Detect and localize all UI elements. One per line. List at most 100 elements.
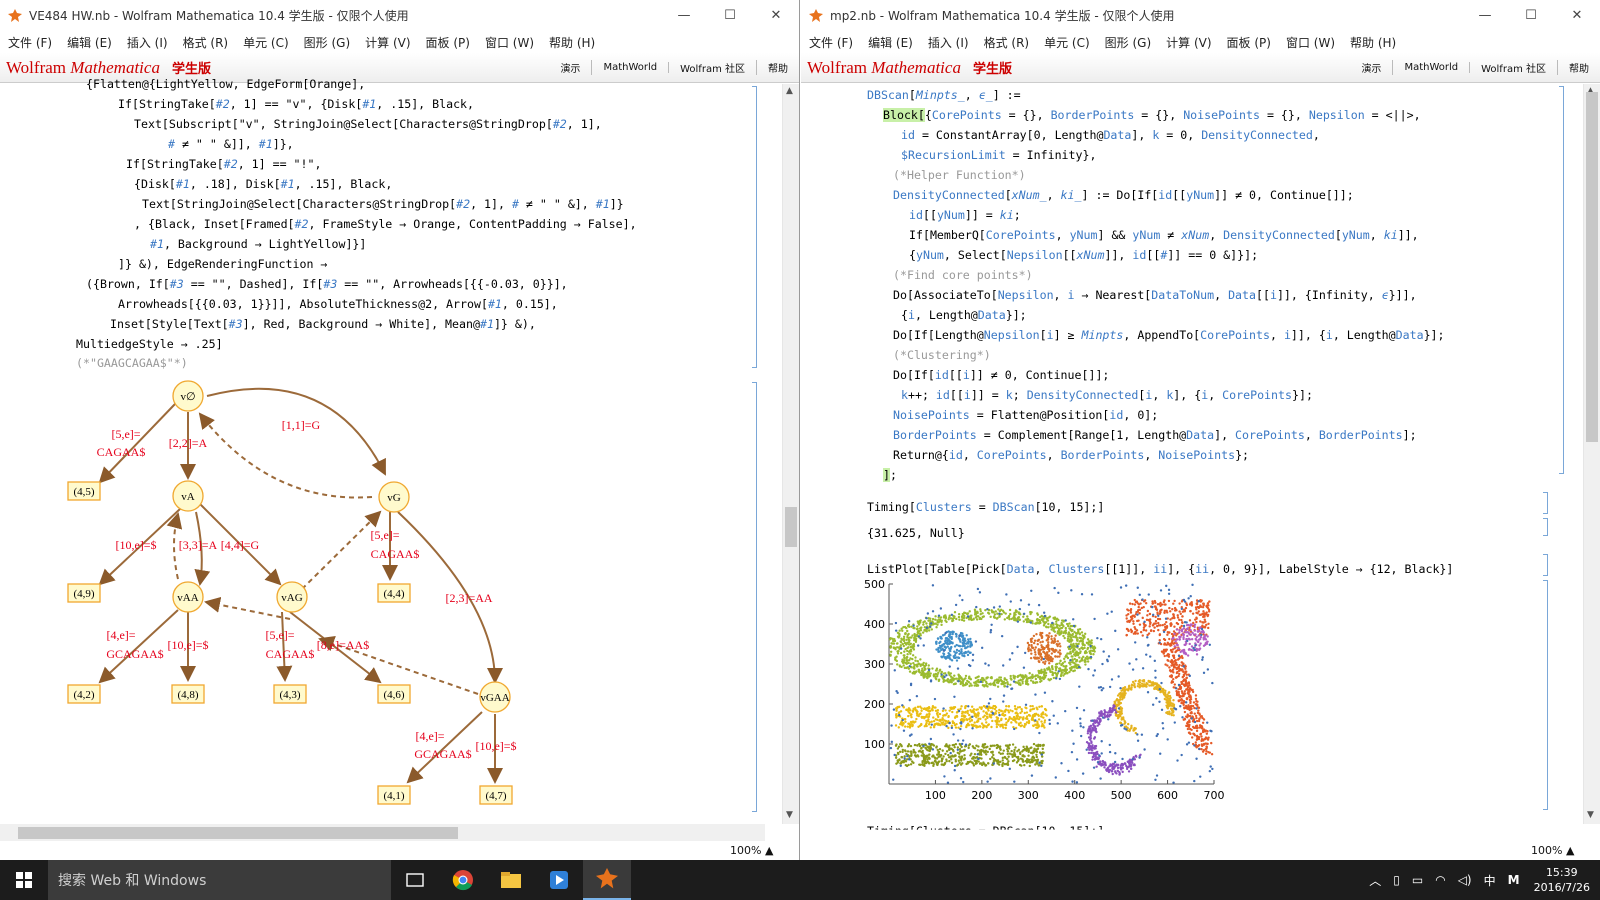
data-point <box>969 645 972 648</box>
chevron-up-icon[interactable]: ︿ <box>1369 872 1381 889</box>
menu-format[interactable]: 格式 (R) <box>984 34 1030 51</box>
data-point <box>1017 674 1021 677</box>
ime-indicator[interactable]: 中 <box>1484 872 1496 889</box>
data-point <box>1097 758 1100 761</box>
notebook-content[interactable]: DBScan[Minpts_, ϵ_] := Block[{CorePoints… <box>801 84 1600 860</box>
data-point <box>999 752 1003 756</box>
link-demonstrations[interactable]: 演示 <box>1350 60 1394 75</box>
data-point <box>940 673 943 676</box>
cell-bracket[interactable] <box>752 86 757 368</box>
notebook-content[interactable]: {Flatten@{LightYellow, EdgeForm[Orange],… <box>0 77 799 860</box>
scroll-up-icon[interactable]: ▲ <box>786 86 793 96</box>
menu-palettes[interactable]: 面板 (P) <box>1227 34 1271 51</box>
link-help[interactable]: 帮助 <box>1558 60 1600 75</box>
menu-cell[interactable]: 单元 (C) <box>243 34 289 51</box>
maximize-button[interactable]: ☐ <box>1508 0 1554 31</box>
battery-icon[interactable]: ▭ <box>1412 873 1423 887</box>
scroll-down-icon[interactable]: ▼ <box>1587 810 1594 820</box>
menu-edit[interactable]: 编辑 (E) <box>67 34 112 51</box>
data-point <box>935 762 939 766</box>
task-view-icon[interactable] <box>391 860 439 900</box>
wifi-icon[interactable]: ◠ <box>1435 873 1445 887</box>
data-point <box>1091 726 1094 730</box>
menu-file[interactable]: 文件 (F) <box>809 34 853 51</box>
data-point <box>1035 681 1039 684</box>
data-point <box>1124 584 1128 587</box>
hscroll-thumb[interactable] <box>18 827 458 839</box>
data-point <box>1019 599 1023 602</box>
link-demonstrations[interactable]: 演示 <box>549 60 593 75</box>
data-point <box>1035 755 1038 759</box>
data-point <box>1036 639 1039 642</box>
zoom-level[interactable]: 100% ▲ <box>730 844 773 857</box>
maximize-button[interactable]: ☐ <box>707 0 753 31</box>
data-point <box>915 665 919 668</box>
data-point <box>951 619 954 623</box>
vertical-scrollbar[interactable]: ▲ ▼ <box>782 84 799 824</box>
data-point <box>1202 739 1205 742</box>
cell-bracket[interactable] <box>1543 518 1548 536</box>
data-point <box>909 763 913 766</box>
start-button[interactable] <box>0 860 48 900</box>
menu-evaluation[interactable]: 计算 (V) <box>1166 34 1211 51</box>
taskbar-clock[interactable]: 15:39 2016/7/26 <box>1534 865 1590 895</box>
menu-window[interactable]: 窗口 (W) <box>485 34 534 51</box>
zoom-level[interactable]: 100% ▲ <box>1531 844 1574 857</box>
menu-evaluation[interactable]: 计算 (V) <box>365 34 410 51</box>
data-point <box>1003 763 1007 766</box>
menu-file[interactable]: 文件 (F) <box>8 34 52 51</box>
cell-bracket[interactable] <box>752 382 757 812</box>
data-point <box>908 711 911 715</box>
cell-bracket[interactable] <box>1559 86 1564 474</box>
data-point <box>930 723 933 726</box>
file-explorer-icon[interactable] <box>487 860 535 900</box>
menu-format[interactable]: 格式 (R) <box>183 34 229 51</box>
link-mathworld[interactable]: MathWorld <box>1393 62 1471 73</box>
data-point <box>1185 624 1189 627</box>
cell-bracket[interactable] <box>1543 554 1548 576</box>
data-point <box>1042 677 1045 681</box>
taskbar-search[interactable]: 搜索 Web 和 Windows <box>48 860 391 900</box>
data-point <box>1049 677 1053 681</box>
data-point <box>1097 717 1101 720</box>
menu-graphics[interactable]: 图形 (G) <box>304 34 350 51</box>
menu-cell[interactable]: 单元 (C) <box>1044 34 1090 51</box>
data-point <box>959 777 963 780</box>
data-point <box>984 662 987 665</box>
data-point <box>892 708 896 711</box>
link-mathworld[interactable]: MathWorld <box>592 62 670 73</box>
minimize-button[interactable]: — <box>1462 0 1508 31</box>
volume-icon[interactable]: ◁) <box>1458 873 1472 887</box>
scroll-down-icon[interactable]: ▼ <box>786 810 793 820</box>
close-button[interactable]: ✕ <box>1554 0 1600 31</box>
link-help[interactable]: 帮助 <box>757 60 799 75</box>
cell-bracket[interactable] <box>1543 492 1548 514</box>
data-point <box>1099 777 1102 780</box>
horizontal-scrollbar[interactable] <box>0 824 765 841</box>
ime-mode-icon[interactable]: M <box>1508 873 1520 887</box>
data-point <box>966 679 969 683</box>
close-button[interactable]: ✕ <box>753 0 799 31</box>
minimize-button[interactable]: — <box>661 0 707 31</box>
menu-window[interactable]: 窗口 (W) <box>1286 34 1335 51</box>
data-point <box>1023 724 1026 728</box>
menu-help[interactable]: 帮助 (H) <box>1350 34 1396 51</box>
menu-edit[interactable]: 编辑 (E) <box>868 34 913 51</box>
mathematica-taskbar-icon[interactable] <box>583 860 631 900</box>
menu-insert[interactable]: 插入 (I) <box>127 34 168 51</box>
menu-palettes[interactable]: 面板 (P) <box>426 34 470 51</box>
data-point <box>1032 634 1036 638</box>
vertical-scrollbar[interactable]: ▲ ▼ <box>1583 84 1600 824</box>
data-point <box>960 676 963 679</box>
menu-insert[interactable]: 插入 (I) <box>928 34 969 51</box>
tablet-icon[interactable]: ▯ <box>1393 873 1400 887</box>
media-player-icon[interactable] <box>535 860 583 900</box>
chrome-icon[interactable] <box>439 860 487 900</box>
scroll-thumb[interactable] <box>1586 92 1598 442</box>
link-community[interactable]: Wolfram 社区 <box>1470 60 1558 75</box>
menu-help[interactable]: 帮助 (H) <box>549 34 595 51</box>
menu-graphics[interactable]: 图形 (G) <box>1105 34 1151 51</box>
scroll-thumb[interactable] <box>785 507 797 547</box>
link-community[interactable]: Wolfram 社区 <box>669 60 757 75</box>
cell-bracket[interactable] <box>1543 580 1548 810</box>
